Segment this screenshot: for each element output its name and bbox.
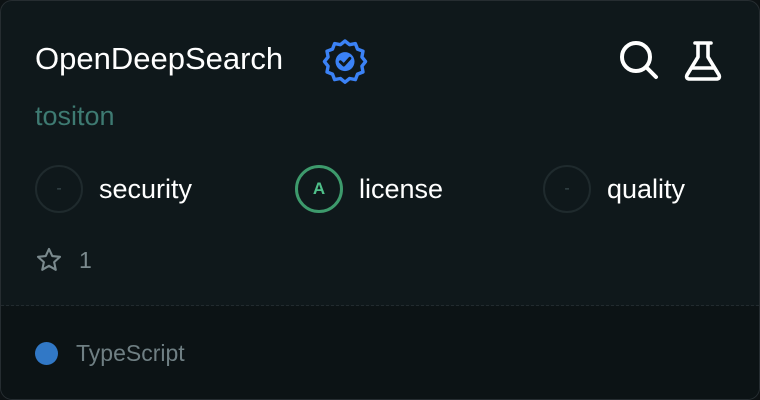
quality-label: quality — [607, 173, 686, 204]
quality-grade-badge: - — [543, 165, 591, 213]
star-count: 1 — [79, 246, 92, 273]
metric-security: - security — [35, 165, 192, 213]
metric-license: A license — [295, 165, 443, 213]
flask-icon[interactable] — [681, 37, 725, 83]
stars: 1 — [35, 245, 92, 275]
language-label: TypeScript — [76, 340, 185, 366]
license-label: license — [359, 173, 444, 204]
search-icon[interactable] — [617, 37, 661, 83]
language-color-dot — [35, 342, 58, 365]
security-grade-badge: - — [35, 165, 83, 213]
security-label: security — [99, 173, 193, 204]
metric-quality: - quality — [543, 165, 685, 213]
repo-owner[interactable]: tositon — [35, 99, 115, 133]
star-icon — [36, 247, 62, 271]
repo-title[interactable]: OpenDeepSearch — [35, 39, 283, 79]
verified-badge-icon — [322, 39, 368, 84]
repo-card: OpenDeepSearch tositon - security A lice… — [0, 0, 760, 400]
license-grade-badge: A — [295, 165, 343, 213]
